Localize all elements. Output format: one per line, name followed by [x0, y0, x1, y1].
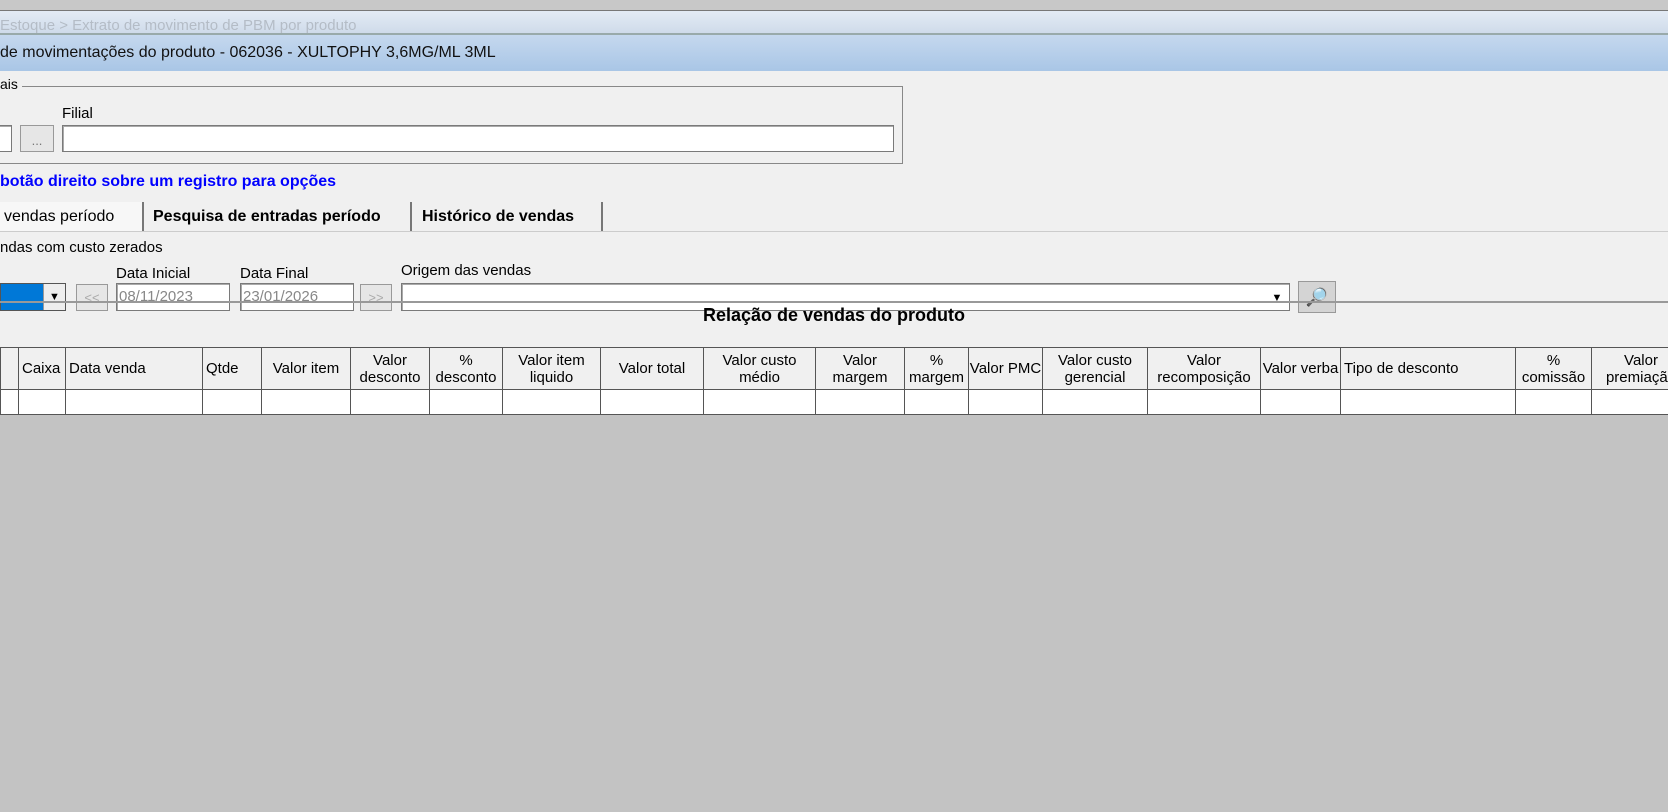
column-header[interactable]: Valor recomposição — [1147, 347, 1261, 390]
table-cell[interactable] — [65, 389, 203, 415]
filial-browse-button[interactable]: ... — [20, 125, 54, 152]
tab-vendas-periodo[interactable]: vendas período — [0, 202, 144, 231]
tab-historico-vendas[interactable]: Histórico de vendas — [416, 202, 603, 231]
zero-cost-checkbox-label[interactable]: ndas com custo zerados — [0, 239, 163, 256]
table-cell[interactable] — [350, 389, 430, 415]
column-header[interactable]: Valor PMC — [968, 347, 1043, 390]
group-label: ais — [0, 76, 22, 92]
filial-label: Filial — [62, 105, 93, 122]
table-title: Relação de vendas do produto — [0, 301, 1668, 325]
table-cell[interactable] — [261, 389, 351, 415]
table-cell[interactable] — [815, 389, 905, 415]
column-header[interactable]: % comissão — [1515, 347, 1592, 390]
table-cell[interactable] — [202, 389, 262, 415]
table-cell[interactable] — [1260, 389, 1341, 415]
column-header[interactable]: Valor total — [600, 347, 704, 390]
table-cell[interactable] — [1147, 389, 1261, 415]
table-cell[interactable] — [1340, 389, 1516, 415]
table-cell[interactable] — [502, 389, 601, 415]
column-header[interactable]: Valor custo médio — [703, 347, 816, 390]
table-row[interactable] — [0, 389, 1668, 415]
tab-pesquisa-entradas[interactable]: Pesquisa de entradas período — [147, 202, 412, 231]
column-header[interactable]: Valor premiação — [1591, 347, 1668, 390]
table-cell[interactable] — [0, 389, 19, 415]
data-final-label: Data Final — [240, 265, 309, 282]
window-title: de movimentações do produto - 062036 - X… — [0, 35, 1668, 71]
table-cell[interactable] — [1515, 389, 1592, 415]
column-header[interactable] — [0, 347, 19, 390]
filial-code-input[interactable] — [0, 125, 12, 152]
origem-label: Origem das vendas — [401, 262, 532, 279]
table-cell[interactable] — [600, 389, 704, 415]
table-cell[interactable] — [1591, 389, 1668, 415]
tab-separator — [0, 231, 1668, 232]
column-header[interactable]: Qtde — [202, 347, 262, 390]
column-header[interactable]: Data venda — [65, 347, 203, 390]
column-header[interactable]: Valor item liquido — [502, 347, 601, 390]
table-cell[interactable] — [18, 389, 66, 415]
table-cell[interactable] — [904, 389, 969, 415]
column-header[interactable]: Valor verba — [1260, 347, 1341, 390]
column-header[interactable]: % margem — [904, 347, 969, 390]
breadcrumb: Estoque > Extrato de movimento de PBM po… — [0, 11, 1668, 35]
table-cell[interactable] — [703, 389, 816, 415]
data-inicial-label: Data Inicial — [116, 265, 191, 282]
table-cell[interactable] — [968, 389, 1043, 415]
column-header[interactable]: % desconto — [429, 347, 503, 390]
column-header[interactable]: Valor item — [261, 347, 351, 390]
column-header[interactable]: Valor margem — [815, 347, 905, 390]
column-header[interactable]: Caixa — [18, 347, 66, 390]
table-cell[interactable] — [1042, 389, 1148, 415]
column-header[interactable]: Tipo de desconto — [1340, 347, 1516, 390]
header-row: Caixa Data venda Qtde Valor item Valor desco… — [0, 347, 1668, 390]
table-cell[interactable] — [429, 389, 503, 415]
hint-text: botão direito sobre um registro para opç… — [0, 173, 337, 190]
column-header[interactable]: Valor custo gerencial — [1042, 347, 1148, 390]
top-bar — [0, 0, 1668, 11]
column-header[interactable]: Valor desconto — [350, 347, 430, 390]
filial-input[interactable] — [62, 125, 894, 152]
sales-table: Caixa Data venda Qtde Valor item Valor desco… — [0, 347, 1668, 415]
